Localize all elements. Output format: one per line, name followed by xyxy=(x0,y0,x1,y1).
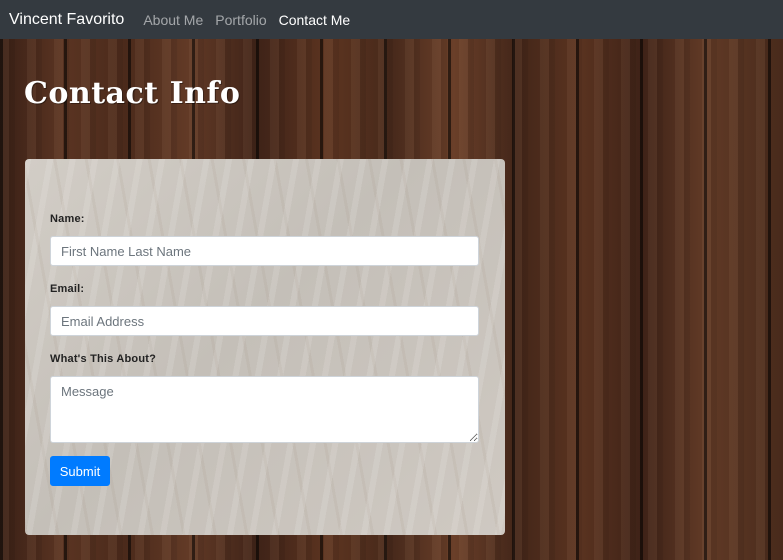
email-input[interactable] xyxy=(50,306,479,336)
navbar: Vincent Favorito About Me Portfolio Cont… xyxy=(0,0,783,39)
submit-button[interactable]: Submit xyxy=(50,456,110,486)
contact-form: Name: Email: What's This About? Submit xyxy=(25,159,505,535)
nav-link-contact-me[interactable]: Contact Me xyxy=(279,12,351,28)
name-label: Name: xyxy=(50,213,85,225)
nav-link-about-me[interactable]: About Me xyxy=(143,12,203,28)
message-textarea[interactable] xyxy=(50,376,479,443)
nav-link-portfolio[interactable]: Portfolio xyxy=(215,12,266,28)
name-input[interactable] xyxy=(50,236,479,266)
email-label: Email: xyxy=(50,283,85,295)
message-label: What's This About? xyxy=(50,353,157,365)
navbar-brand[interactable]: Vincent Favorito xyxy=(9,11,124,29)
page-title: Contact Info xyxy=(24,76,241,111)
